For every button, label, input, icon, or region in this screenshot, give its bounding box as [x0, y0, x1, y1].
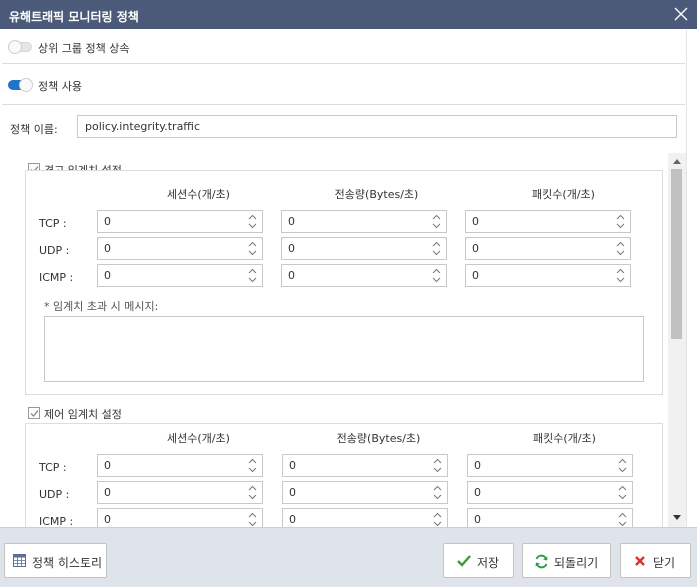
- scrollbar-thumb[interactable]: [671, 169, 682, 339]
- warning-udp-sessions-input[interactable]: 0: [97, 237, 263, 260]
- revert-button[interactable]: 되돌리기: [522, 543, 611, 578]
- close-label: 닫기: [653, 556, 676, 570]
- dialog-title: 유해트래픽 모니터링 정책: [9, 10, 139, 24]
- row-label-tcp: TCP :: [39, 461, 67, 474]
- warning-threshold-group: 세션수(개/초) 전송량(Bytes/초) 패킷수(개/초) TCP : UDP…: [25, 170, 663, 395]
- spinner-arrows-icon: [248, 268, 257, 283]
- checkmark-icon: [457, 555, 471, 567]
- use-policy-toggle[interactable]: [8, 78, 33, 92]
- spinner-arrows-icon: [432, 268, 441, 283]
- close-x-icon: [635, 556, 645, 566]
- dialog-footer: 정책 히스토리 저장 되돌리기 닫기: [0, 527, 697, 587]
- spinner-arrows-icon: [616, 214, 625, 229]
- policy-name-label: 정책 이름:: [10, 123, 58, 136]
- warning-icmp-packets-input[interactable]: 0: [465, 264, 631, 287]
- spinner-arrows-icon: [432, 214, 441, 229]
- column-header-bytes: 전송량(Bytes/초): [334, 188, 419, 201]
- threshold-message-label: * 임계치 초과 시 메시지:: [44, 300, 159, 313]
- warning-icmp-sessions-input[interactable]: 0: [97, 264, 263, 287]
- column-header-sessions: 세션수(개/초): [167, 188, 230, 201]
- control-icmp-sessions-input[interactable]: 0: [97, 508, 263, 527]
- control-tcp-packets-input[interactable]: 0: [467, 454, 633, 477]
- row-label-udp: UDP :: [39, 244, 70, 257]
- row-label-tcp: TCP :: [39, 217, 67, 230]
- inherit-parent-policy-toggle[interactable]: [8, 40, 32, 54]
- warning-icmp-bytes-input[interactable]: 0: [281, 264, 447, 287]
- spinner-arrows-icon: [433, 485, 442, 500]
- spinner-arrows-icon: [248, 241, 257, 256]
- row-label-udp: UDP :: [39, 488, 70, 501]
- control-icmp-packets-input[interactable]: 0: [467, 508, 633, 527]
- close-button[interactable]: 닫기: [620, 543, 691, 578]
- control-udp-packets-input[interactable]: 0: [467, 481, 633, 504]
- warning-tcp-sessions-input[interactable]: 0: [97, 210, 263, 233]
- control-udp-sessions-input[interactable]: 0: [97, 481, 263, 504]
- close-icon[interactable]: [671, 4, 691, 24]
- spinner-arrows-icon: [432, 241, 441, 256]
- revert-label: 되돌리기: [554, 556, 599, 570]
- warning-udp-bytes-input[interactable]: 0: [281, 237, 447, 260]
- column-header-packets: 패킷수(개/초): [533, 432, 596, 445]
- spinner-arrows-icon: [618, 458, 627, 473]
- warning-udp-packets-input[interactable]: 0: [465, 237, 631, 260]
- spinner-arrows-icon: [618, 485, 627, 500]
- table-grid-icon: [13, 554, 26, 567]
- control-icmp-bytes-input[interactable]: 0: [282, 508, 448, 527]
- divider: [2, 104, 685, 105]
- divider: [2, 63, 685, 64]
- inherit-parent-policy-label: 상위 그룹 정책 상속: [38, 42, 130, 55]
- policy-name-input[interactable]: policy.integrity.traffic: [77, 115, 677, 138]
- spinner-arrows-icon: [616, 241, 625, 256]
- control-tcp-bytes-input[interactable]: 0: [282, 454, 448, 477]
- policy-history-label: 정책 히스토리: [32, 556, 103, 570]
- save-label: 저장: [477, 556, 500, 570]
- policy-history-button[interactable]: 정책 히스토리: [4, 543, 107, 578]
- control-threshold-group: 세션수(개/초) 전송량(Bytes/초) 패킷수(개/초) TCP : UDP…: [25, 423, 663, 527]
- column-header-packets: 패킷수(개/초): [532, 188, 595, 201]
- spinner-arrows-icon: [433, 512, 442, 527]
- vertical-scrollbar[interactable]: [668, 153, 686, 527]
- spinner-arrows-icon: [616, 268, 625, 283]
- spinner-arrows-icon: [248, 485, 257, 500]
- threshold-scroll-area: 경고 임계치 설정 세션수(개/초) 전송량(Bytes/초) 패킷수(개/초)…: [0, 153, 686, 527]
- spinner-arrows-icon: [433, 458, 442, 473]
- scroll-down-arrow-icon: [673, 515, 681, 520]
- warning-tcp-packets-input[interactable]: 0: [465, 210, 631, 233]
- scroll-up-arrow-icon: [673, 159, 681, 164]
- spinner-arrows-icon: [248, 458, 257, 473]
- threshold-message-textarea[interactable]: [44, 316, 644, 382]
- spinner-arrows-icon: [248, 214, 257, 229]
- spinner-arrows-icon: [248, 512, 257, 527]
- control-tcp-sessions-input[interactable]: 0: [97, 454, 263, 477]
- control-udp-bytes-input[interactable]: 0: [282, 481, 448, 504]
- control-threshold-checkbox[interactable]: [28, 407, 40, 419]
- refresh-icon: [535, 554, 548, 569]
- dialog-border: [686, 29, 687, 527]
- save-button[interactable]: 저장: [443, 543, 514, 578]
- row-label-icmp: ICMP :: [39, 515, 74, 527]
- column-header-sessions: 세션수(개/초): [167, 432, 230, 445]
- dialog-titlebar: 유해트래픽 모니터링 정책: [0, 0, 697, 29]
- row-label-icmp: ICMP :: [39, 271, 74, 284]
- column-header-bytes: 전송량(Bytes/초): [336, 432, 421, 445]
- spinner-arrows-icon: [618, 512, 627, 527]
- use-policy-label: 정책 사용: [38, 80, 82, 93]
- warning-tcp-bytes-input[interactable]: 0: [281, 210, 447, 233]
- control-threshold-title: 제어 임계치 설정: [44, 408, 122, 421]
